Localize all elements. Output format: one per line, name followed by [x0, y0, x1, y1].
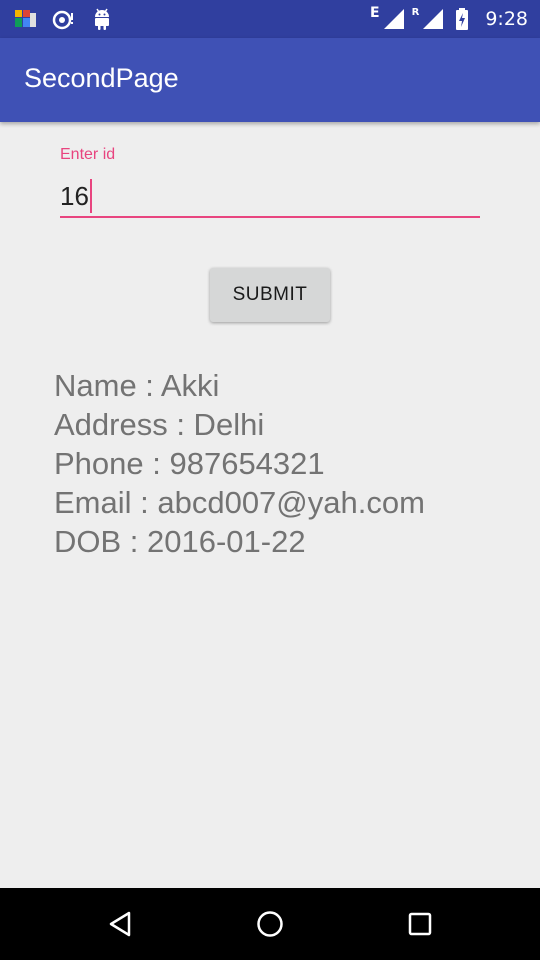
- clock: 9:28: [485, 8, 528, 30]
- id-field-underline: [60, 216, 480, 218]
- signal-icon: [383, 9, 404, 29]
- back-icon: [109, 911, 131, 937]
- signal-roaming-icon: [423, 9, 444, 29]
- result-email: Email : abcd007@yah.com: [54, 485, 425, 520]
- battery-charging-icon: [456, 8, 469, 30]
- id-input[interactable]: 16: [60, 178, 92, 214]
- recents-icon: [408, 912, 432, 936]
- app-icon: [15, 10, 36, 27]
- navigation-bar: [0, 888, 540, 960]
- result-address: Address : Delhi: [54, 407, 265, 442]
- roaming-label: R: [411, 6, 420, 18]
- notification-icons: [14, 6, 114, 32]
- id-field-label: Enter id: [60, 146, 116, 163]
- result-phone: Phone : 987654321: [54, 446, 325, 481]
- recents-button[interactable]: [402, 906, 438, 942]
- home-button[interactable]: [252, 906, 288, 942]
- android-icon: [95, 8, 109, 30]
- back-button[interactable]: [102, 906, 138, 942]
- result-dob: DOB : 2016-01-22: [54, 524, 306, 559]
- status-bar: E R 9:28: [0, 0, 540, 38]
- app-bar: SecondPage: [0, 38, 540, 122]
- home-icon: [257, 911, 283, 937]
- result-text: Name : Akki Address : Delhi Phone : 9876…: [54, 366, 524, 561]
- id-input-value: 16: [60, 180, 89, 211]
- network-type-label: E: [370, 5, 380, 21]
- result-name: Name : Akki: [54, 368, 220, 403]
- submit-button[interactable]: SUBMIT: [210, 268, 330, 322]
- system-icons: E R 9:28: [370, 4, 528, 34]
- sync-icon: [52, 10, 73, 30]
- text-cursor: [89, 179, 92, 213]
- page-title: SecondPage: [24, 63, 179, 93]
- id-field[interactable]: Enter id 16: [60, 140, 480, 220]
